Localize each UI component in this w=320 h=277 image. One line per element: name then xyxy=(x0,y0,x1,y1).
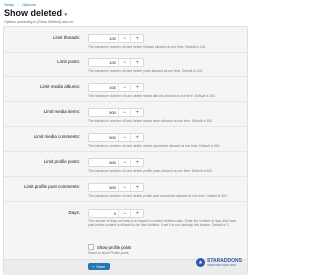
increment-button[interactable]: + xyxy=(130,134,143,141)
checkbox-help: Select to show Profile posts. xyxy=(88,251,130,255)
field-help: The maximum number of hard delete media … xyxy=(88,119,213,123)
decrement-button[interactable]: − xyxy=(117,109,131,116)
number-value[interactable]: 100 xyxy=(89,36,118,41)
breadcrumb: Setup › Options xyxy=(4,2,36,7)
limit-media-items-input[interactable]: 500 − + xyxy=(88,108,144,117)
increment-button[interactable]: + xyxy=(130,59,143,66)
save-label: Save xyxy=(96,264,106,269)
page-description: Options pertaining to [Show Deleted] add… xyxy=(4,20,74,24)
limit-threads-input[interactable]: 100 − + xyxy=(88,34,144,43)
staraddons-watermark: ★ STARADDONS XENFORO ADD-ONS xyxy=(196,258,242,267)
number-value[interactable]: 500 xyxy=(89,135,118,140)
limit-profile-posts-input[interactable]: 500 − + xyxy=(88,158,144,167)
divider xyxy=(4,176,247,177)
field-help: The maximum number of hard delete thread… xyxy=(88,45,207,49)
increment-button[interactable]: + xyxy=(130,109,143,116)
field-label: Limit profile posts: xyxy=(43,159,80,164)
field-help: The maximum number of hard delete profil… xyxy=(88,169,213,173)
breadcrumb-item-setup[interactable]: Setup xyxy=(4,2,14,7)
decrement-button[interactable]: − xyxy=(117,159,131,166)
increment-button[interactable]: + xyxy=(130,84,143,91)
page-title: Show deleted ▾ xyxy=(4,8,67,18)
field-help: The maximum number of hard delete posts … xyxy=(88,69,204,73)
number-value[interactable]: 500 xyxy=(89,160,118,165)
decrement-button[interactable]: − xyxy=(117,84,131,91)
field-label: Limit media items: xyxy=(43,109,80,114)
decrement-button[interactable]: − xyxy=(117,59,131,66)
divider xyxy=(4,126,247,127)
field-help: The maximum number of hard delete media … xyxy=(88,144,221,148)
divider xyxy=(4,151,247,152)
days-input[interactable]: 0 − + xyxy=(88,209,144,218)
breadcrumb-separator: › xyxy=(17,2,19,7)
limit-posts-input[interactable]: 100 − + xyxy=(88,58,144,67)
options-panel: Limit threads: 100 − + The maximum numbe… xyxy=(3,26,248,275)
limit-media-comments-input[interactable]: 500 − + xyxy=(88,133,144,142)
field-help: The maximum number of hard delete media … xyxy=(88,94,216,98)
field-label: Limit profile post comments: xyxy=(23,184,80,189)
show-profile-posts-option[interactable]: Show profile posts xyxy=(88,244,131,250)
increment-button[interactable]: + xyxy=(130,35,143,42)
page-title-text: Show deleted xyxy=(4,8,63,18)
decrement-button[interactable]: − xyxy=(117,210,131,217)
star-logo-icon: ★ xyxy=(196,258,205,267)
save-icon: ▪ xyxy=(92,264,95,269)
limit-media-albums-input[interactable]: 100 − + xyxy=(88,83,144,92)
field-label: Limit media comments: xyxy=(33,134,80,139)
watermark-text: STARADDONS XENFORO ADD-ONS xyxy=(207,257,242,267)
increment-button[interactable]: + xyxy=(130,159,143,166)
number-value[interactable]: 0 xyxy=(89,211,118,216)
watermark-title: STARADDONS xyxy=(207,257,242,264)
show-profile-posts-checkbox[interactable] xyxy=(88,244,94,250)
divider xyxy=(4,52,247,53)
number-value[interactable]: 500 xyxy=(89,185,118,190)
field-label: Days: xyxy=(68,210,80,215)
save-button[interactable]: ▪ Save xyxy=(88,263,110,270)
number-value[interactable]: 500 xyxy=(89,110,118,115)
field-label: Limit posts: xyxy=(57,59,80,64)
field-label: Limit threads: xyxy=(52,35,80,40)
divider xyxy=(4,201,247,202)
breadcrumb-item-options[interactable]: Options xyxy=(22,2,36,7)
increment-button[interactable]: + xyxy=(130,184,143,191)
divider xyxy=(4,76,247,77)
number-value[interactable]: 100 xyxy=(89,85,118,90)
divider xyxy=(4,101,247,102)
checkbox-label: Show profile posts xyxy=(97,244,132,250)
field-help: The maximum number of hard delete profil… xyxy=(88,194,228,198)
limit-profile-post-comments-input[interactable]: 500 − + xyxy=(88,183,144,192)
field-help: The number of days we keep is in regard … xyxy=(88,219,237,228)
field-label: Limit media albums: xyxy=(39,84,80,89)
chevron-down-icon[interactable]: ▾ xyxy=(65,12,68,18)
number-value[interactable]: 100 xyxy=(89,60,118,65)
decrement-button[interactable]: − xyxy=(117,184,131,191)
increment-button[interactable]: + xyxy=(130,210,143,217)
decrement-button[interactable]: − xyxy=(117,134,131,141)
decrement-button[interactable]: − xyxy=(117,35,131,42)
